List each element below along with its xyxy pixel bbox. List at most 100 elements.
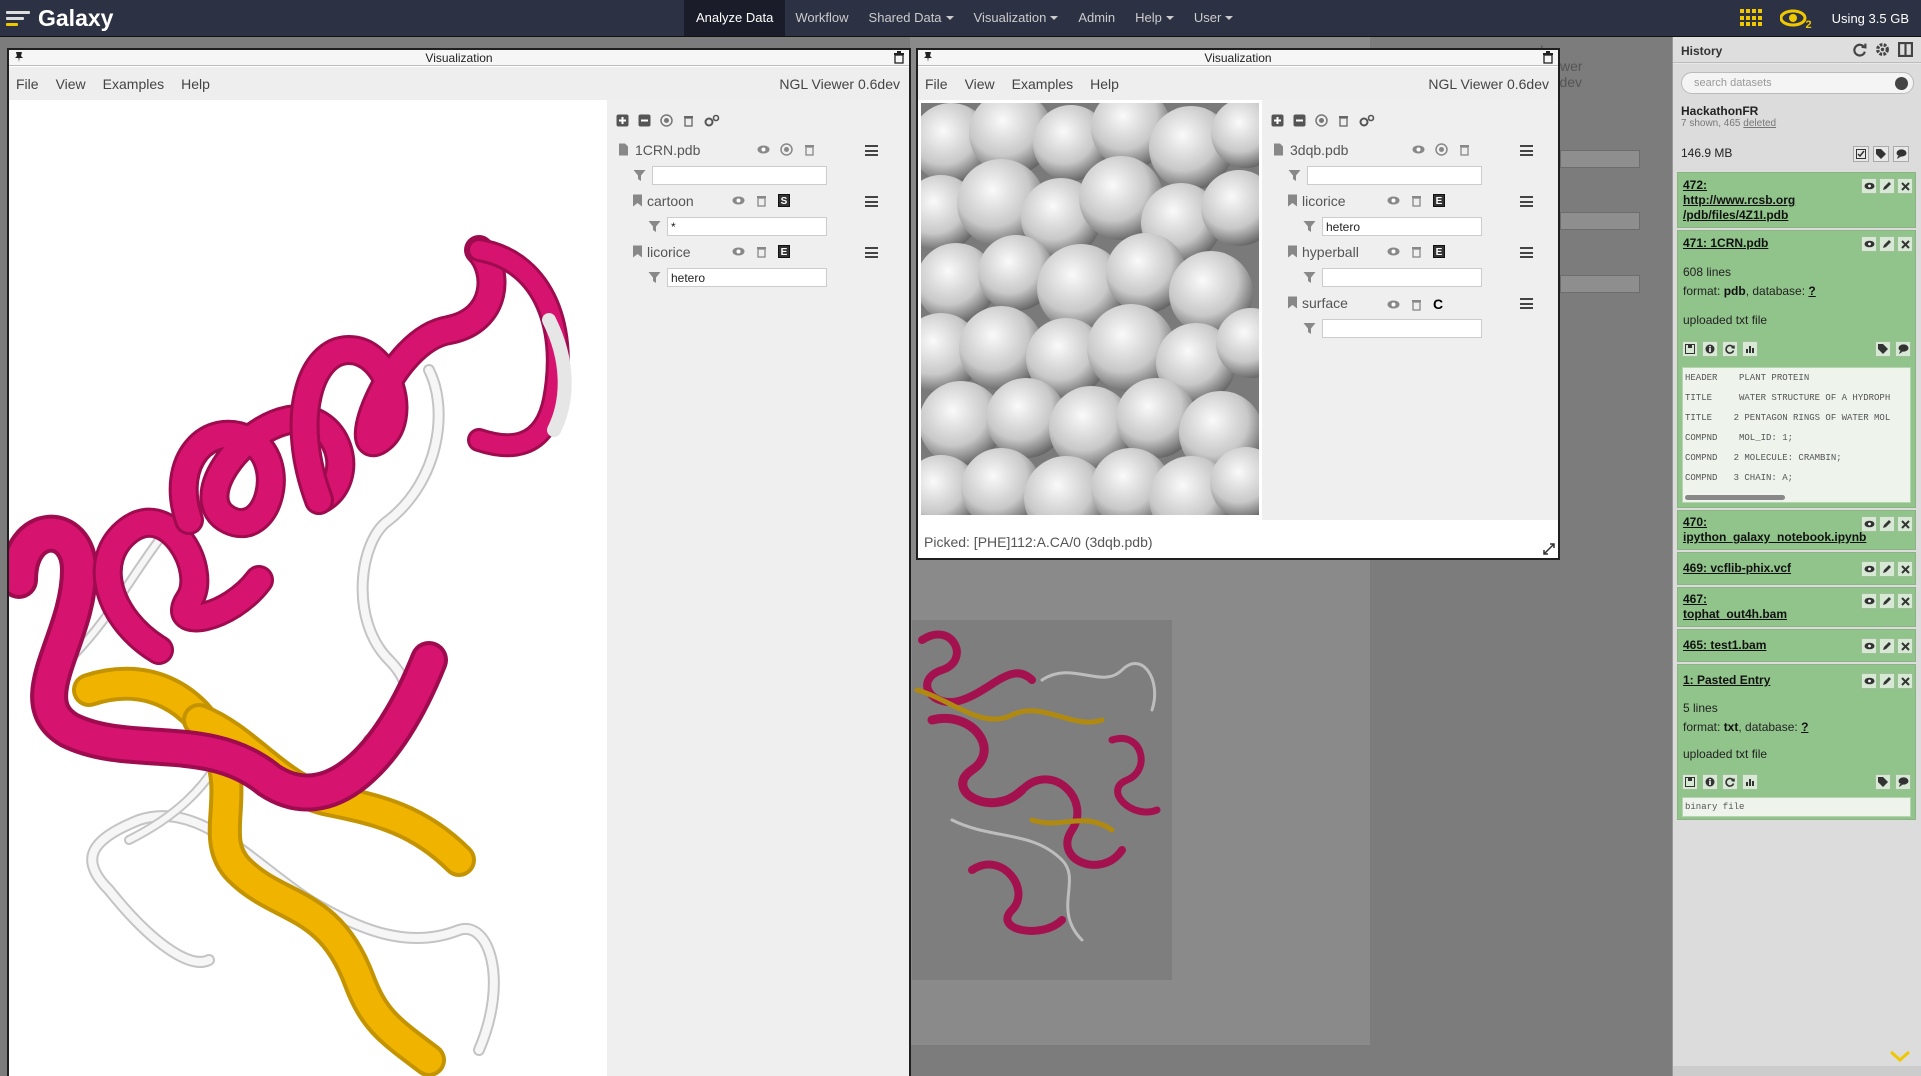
color-scheme-badge[interactable]: S xyxy=(778,194,790,207)
dataset-title[interactable]: 1: Pasted Entry xyxy=(1683,673,1770,688)
resize-handle-icon[interactable] xyxy=(1542,542,1556,556)
trash-icon[interactable] xyxy=(803,143,816,156)
visibility-eye-icon[interactable] xyxy=(732,194,745,207)
menu-hamburger-icon[interactable] xyxy=(1520,196,1533,207)
refresh-icon[interactable] xyxy=(1852,42,1867,57)
annotation-icon[interactable] xyxy=(1895,774,1911,790)
delete-x-icon[interactable] xyxy=(1897,673,1913,689)
brand[interactable]: Galaxy xyxy=(6,4,113,32)
db-value[interactable]: ? xyxy=(1808,284,1815,298)
settings-cogs-icon[interactable] xyxy=(1359,114,1375,127)
center-icon[interactable] xyxy=(660,114,673,127)
representation-filter-input[interactable] xyxy=(667,268,827,287)
settings-cogs-icon[interactable] xyxy=(704,114,720,127)
dataset-item[interactable]: 469: vcflib-phix.vcf xyxy=(1677,552,1916,585)
history-name[interactable]: HackathonFR xyxy=(1681,104,1758,118)
dataset-item-expanded[interactable]: 1: Pasted Entry 5 lines format: txt, dat… xyxy=(1677,664,1916,820)
ngl-viewport-3dqb[interactable] xyxy=(921,103,1259,515)
nav-shared-data[interactable]: Shared Data xyxy=(859,0,964,36)
menu-hamburger-icon[interactable] xyxy=(865,145,878,156)
gear-icon[interactable] xyxy=(1875,42,1890,57)
collapse-all-icon[interactable] xyxy=(1293,114,1306,127)
menu-help[interactable]: Help xyxy=(181,76,210,92)
representation-name[interactable]: cartoon xyxy=(647,191,694,211)
trash-icon[interactable] xyxy=(755,245,768,258)
scratchbook-grid-icon[interactable] xyxy=(1739,9,1762,27)
nav-visualization[interactable]: Visualization xyxy=(964,0,1069,36)
view-eye-icon[interactable] xyxy=(1861,561,1877,577)
menu-view[interactable]: View xyxy=(965,76,995,92)
structure-row[interactable]: 3dqb.pdb xyxy=(1262,140,1558,160)
delete-x-icon[interactable] xyxy=(1897,516,1913,532)
dataset-item[interactable]: 472: http://www.rcsb.org/pdb/files/4Z1I.p… xyxy=(1677,172,1916,228)
delete-x-icon[interactable] xyxy=(1897,638,1913,654)
dataset-title[interactable]: 470: ipython_galaxy_notebook.ipynb xyxy=(1683,515,1866,545)
representation-row-hyperball[interactable]: hyperball E xyxy=(1262,242,1558,262)
menu-help[interactable]: Help xyxy=(1090,76,1119,92)
representation-filter-input[interactable] xyxy=(1322,217,1482,236)
representation-name[interactable]: licorice xyxy=(1302,191,1346,211)
visibility-eye-icon[interactable] xyxy=(1412,143,1425,156)
menu-view[interactable]: View xyxy=(56,76,86,92)
trash-icon[interactable] xyxy=(1410,245,1423,258)
clear-search-icon[interactable] xyxy=(1895,77,1908,90)
menu-hamburger-icon[interactable] xyxy=(1520,145,1533,156)
dataset-title[interactable]: 472: http://www.rcsb.org/pdb/files/4Z1I.p… xyxy=(1683,178,1795,223)
structure-row[interactable]: 1CRN.pdb xyxy=(607,140,909,160)
crambin-cartoon-render[interactable] xyxy=(9,100,607,1076)
close-trash-icon[interactable] xyxy=(1542,51,1554,64)
pin-icon[interactable] xyxy=(922,51,934,63)
delete-all-icon[interactable] xyxy=(682,114,695,127)
history-resize-bar[interactable] xyxy=(1673,1066,1921,1076)
scroll-down-chevron-icon[interactable] xyxy=(1889,1050,1911,1062)
view-eye-icon[interactable] xyxy=(1861,516,1877,532)
window-titlebar[interactable]: Visualization xyxy=(9,50,909,66)
dataset-item-expanded[interactable]: 471: 1CRN.pdb 608 lines format: pdb, dat… xyxy=(1677,230,1916,508)
representation-name[interactable]: licorice xyxy=(647,242,691,262)
scratchbook-eye-icon[interactable]: 2 xyxy=(1779,8,1814,31)
select-datasets-icon[interactable] xyxy=(1853,146,1869,162)
menu-hamburger-icon[interactable] xyxy=(1520,298,1533,309)
menu-examples[interactable]: Examples xyxy=(103,76,164,92)
representation-name[interactable]: hyperball xyxy=(1302,242,1359,262)
expand-all-icon[interactable] xyxy=(616,114,629,127)
center-icon[interactable] xyxy=(1435,143,1448,156)
tags-icon[interactable] xyxy=(1875,774,1891,790)
delete-x-icon[interactable] xyxy=(1897,178,1913,194)
protein-surface-render[interactable] xyxy=(921,103,1259,515)
representation-name[interactable]: surface xyxy=(1302,293,1348,313)
visibility-eye-icon[interactable] xyxy=(757,143,770,156)
representation-filter-input[interactable] xyxy=(1322,268,1482,287)
trash-icon[interactable] xyxy=(1458,143,1471,156)
representation-row-cartoon[interactable]: cartoon S xyxy=(607,191,909,211)
color-scheme-badge[interactable]: E xyxy=(778,245,790,258)
delete-x-icon[interactable] xyxy=(1897,236,1913,252)
download-icon[interactable] xyxy=(1682,774,1698,790)
tags-icon[interactable] xyxy=(1875,341,1891,357)
rerun-icon[interactable] xyxy=(1722,341,1738,357)
menu-examples[interactable]: Examples xyxy=(1012,76,1073,92)
nav-analyze-data[interactable]: Analyze Data xyxy=(684,0,786,36)
nav-user[interactable]: User xyxy=(1184,0,1243,36)
deleted-link[interactable]: deleted xyxy=(1743,118,1776,129)
annotation-icon[interactable] xyxy=(1893,146,1909,162)
menu-file[interactable]: File xyxy=(925,76,948,92)
info-icon[interactable] xyxy=(1702,774,1718,790)
window-titlebar[interactable]: Visualization xyxy=(918,50,1558,66)
dataset-title[interactable]: 467: tophat_out4h.bam xyxy=(1683,592,1787,622)
trash-icon[interactable] xyxy=(1410,194,1423,207)
edit-pencil-icon[interactable] xyxy=(1879,561,1895,577)
view-eye-icon[interactable] xyxy=(1861,638,1877,654)
delete-x-icon[interactable] xyxy=(1897,593,1913,609)
representation-filter-input[interactable] xyxy=(667,217,827,236)
expand-all-icon[interactable] xyxy=(1271,114,1284,127)
search-datasets-input[interactable]: search datasets xyxy=(1681,72,1914,94)
edit-pencil-icon[interactable] xyxy=(1879,236,1895,252)
visibility-eye-icon[interactable] xyxy=(1387,194,1400,207)
view-eye-icon[interactable] xyxy=(1861,236,1877,252)
representation-row-licorice[interactable]: licorice E xyxy=(1262,191,1558,211)
ngl-viewport-1crn[interactable] xyxy=(9,100,607,1076)
view-eye-icon[interactable] xyxy=(1861,178,1877,194)
center-icon[interactable] xyxy=(1315,114,1328,127)
menu-hamburger-icon[interactable] xyxy=(865,196,878,207)
